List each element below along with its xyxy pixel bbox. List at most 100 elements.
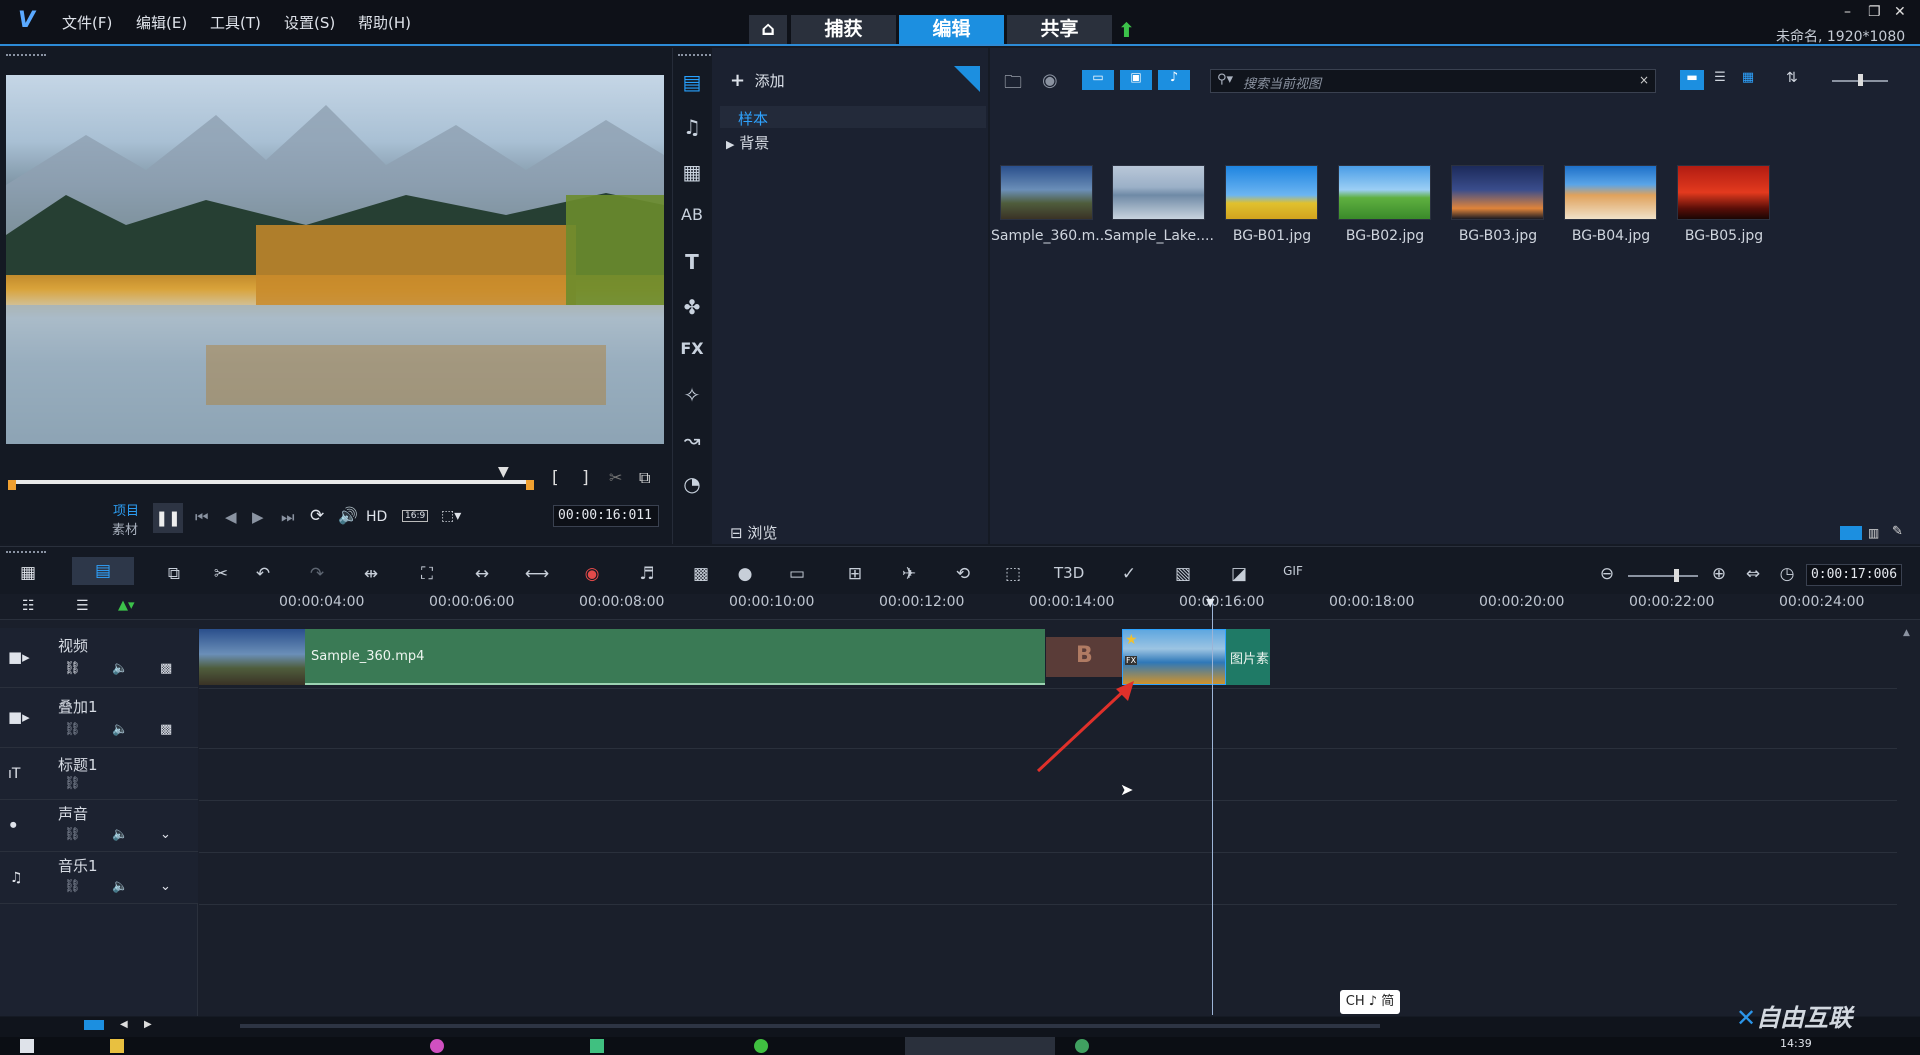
scrubber-track[interactable] [10,480,532,484]
browse-button[interactable]: ⊟ 浏览 [730,522,777,543]
track-manager-button[interactable]: ☷ [22,598,35,614]
tree-item-background[interactable]: ▶ 背景 [726,132,769,153]
tree-item-sample[interactable]: 样本 [720,106,986,128]
scroll-right-icon[interactable]: ▶ [144,1019,152,1030]
library-split-icon[interactable]: ▥ [1868,526,1879,540]
thumbnail-size-handle[interactable] [1858,74,1863,86]
link-icon[interactable]: ⛓ [64,661,81,676]
redo-icon[interactable]: ↷ [304,564,330,584]
audio-mixer-icon[interactable]: ♬ [634,564,660,584]
menu-help[interactable]: 帮助(H) [358,12,411,33]
repeat-icon[interactable]: ⟳ [310,506,324,526]
duration-field[interactable]: 0:00:17:006 [1806,564,1902,586]
filter-audio-button[interactable]: ♪ [1158,70,1190,90]
restore-button[interactable]: ❐ [1868,4,1881,20]
thumbnail-view-button[interactable]: ▬ [1680,70,1704,90]
add-track-button[interactable]: ☰ [76,598,89,614]
timeline-view-button[interactable]: ▤ [72,557,134,585]
path-icon[interactable]: ↝ [677,428,707,452]
pin-icon[interactable] [954,66,980,92]
library-edit-icon[interactable]: ✎ [1892,524,1903,539]
color-icon[interactable]: ● [732,564,758,584]
zoom-slider[interactable] [1628,575,1698,577]
record-capture-icon[interactable]: ◉ [579,564,605,584]
chapter-icon[interactable]: ▧ [1170,564,1196,584]
effects-wand-icon[interactable]: ✧ [677,383,707,407]
ime-indicator[interactable]: CH ♪ 简 [1340,990,1400,1014]
link-icon[interactable]: ⛓ [64,776,81,791]
vertical-scrollbar[interactable]: ▲ [1898,628,1918,1016]
playhead-line[interactable] [1212,600,1213,1015]
tab-edit[interactable]: 编辑 [899,15,1004,44]
library-mode-icon[interactable] [1840,526,1862,540]
screen-capture-icon[interactable]: ⬚ [1000,564,1026,584]
link-icon[interactable]: ⛓ [64,879,81,894]
multicam-icon[interactable]: ⊞ [842,564,868,584]
display-mode-icon[interactable]: ⬚▾ [441,508,461,524]
storyboard-view-icon[interactable]: ▦ [20,563,36,583]
transition-clip[interactable]: B [1046,637,1122,677]
ripple-edit-button[interactable]: ▲▾ [118,598,135,613]
graphics-icon[interactable]: ✤ [677,295,707,319]
split-screen-icon[interactable]: ⟷ [524,564,550,584]
scroll-up-icon[interactable]: ▲ [1903,628,1910,638]
grid-view-button[interactable]: ▦ [1736,70,1760,90]
title-ab-icon[interactable]: AB [677,205,707,224]
text-icon[interactable]: T [677,250,707,274]
track-grid-icon[interactable]: ▩ [160,722,172,737]
link-icon[interactable]: ⛓ [64,722,81,737]
painting-icon[interactable]: ◪ [1226,564,1252,584]
clear-search-icon[interactable]: × [1639,73,1649,87]
start-button[interactable]: ⏮ [195,508,209,526]
horizontal-scrollbar[interactable]: ◀ ▶ [0,1017,1920,1037]
project-mode-label[interactable]: 项目 [113,500,139,519]
search-box[interactable]: ⚲▾ 搜索当前视图 × [1210,69,1656,93]
upload-icon[interactable]: ⬆ [1118,18,1135,42]
taskbar-app-icon[interactable] [1075,1039,1089,1053]
zoom-out-icon[interactable]: ⊖ [1594,564,1620,584]
timecode-field[interactable]: 00:00:16:011 [553,505,659,527]
fit-icon[interactable]: ⇹ [358,564,384,584]
scroll-left-icon[interactable]: ◀ [120,1019,128,1030]
zoom-in-icon[interactable]: ⊕ [1706,564,1732,584]
panel-grip[interactable] [6,54,46,58]
hd-button[interactable]: HD [366,509,387,525]
link-icon[interactable]: ⛓ [64,827,81,842]
filter-photo-button[interactable]: ▣ [1120,70,1152,90]
taskbar-app-icon[interactable] [430,1039,444,1053]
next-frame-button[interactable]: ▶ [252,508,264,526]
track-volume-icon[interactable]: 🔈 [112,879,128,894]
subtitle-icon[interactable]: ▭ [784,564,810,584]
motion-icon[interactable]: ✈ [896,564,922,584]
aspect-button[interactable]: 16:9 [402,510,429,522]
crop-icon[interactable]: ⛶ [414,564,440,584]
taskbar-app-icon[interactable] [754,1039,768,1053]
taskbar-active-app[interactable] [905,1037,1055,1055]
chevron-down-icon[interactable]: ⌄ [160,827,171,842]
menu-settings[interactable]: 设置(S) [284,12,335,33]
import-folder-icon[interactable]: 🗀 [1004,70,1022,100]
volume-icon[interactable]: 🔊 [338,506,358,525]
mark-in-button[interactable]: [ [552,468,559,488]
zoom-handle[interactable] [1674,569,1679,582]
pause-button[interactable]: ❚❚ [153,503,183,533]
track-volume-icon[interactable]: 🔈 [112,722,128,737]
title-3d-icon[interactable]: T3D [1054,564,1084,582]
record-icon[interactable]: ◉ [1042,70,1058,91]
timeline-fit-icon[interactable] [84,1020,104,1030]
copy-icon[interactable]: ⧉ [161,564,187,584]
playhead-handle[interactable]: ▼ [1206,596,1214,609]
tab-share[interactable]: 共享 [1007,15,1112,44]
clip-mode-label[interactable]: 素材 [112,519,138,538]
menu-file[interactable]: 文件(F) [62,12,112,33]
media-icon[interactable]: ▤ [677,70,707,94]
home-button[interactable]: ⌂ [749,15,787,44]
fit-project-icon[interactable]: ⇔ [1740,564,1766,584]
taskbar-app-icon[interactable] [110,1039,124,1053]
list-view-button[interactable]: ☰ [1708,70,1732,90]
instant-project-icon[interactable]: ♫ [677,115,707,139]
undo-icon[interactable]: ↶ [250,564,276,584]
speed-icon[interactable]: ◔ [677,472,707,496]
copy-frame-icon[interactable]: ⧉ [639,468,650,488]
mask-icon[interactable]: ▩ [688,564,714,584]
